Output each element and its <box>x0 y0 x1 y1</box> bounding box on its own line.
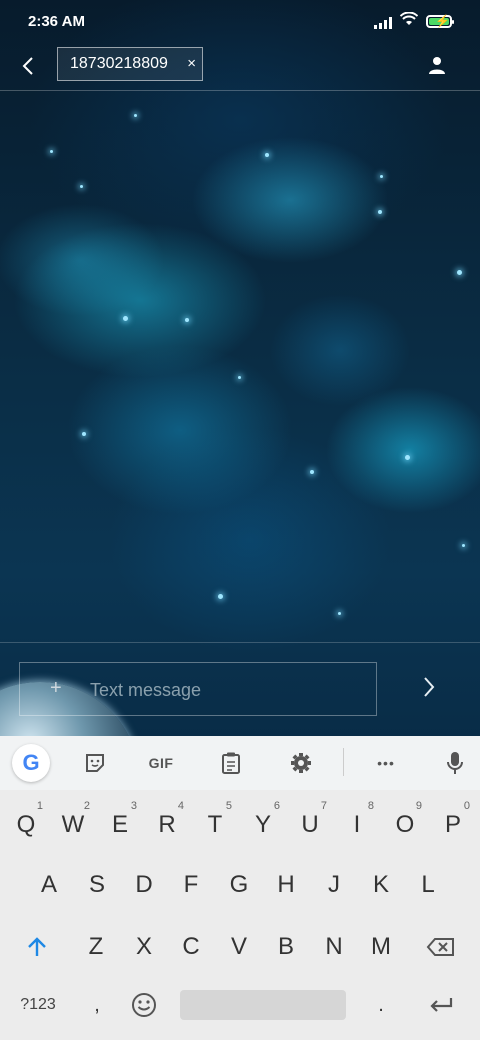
key-row-2: A S D F G H J K L <box>0 854 480 916</box>
key-c[interactable]: C <box>168 916 214 978</box>
messaging-screen: 2:36 AM ⚡ 18730218809 × + Text message G… <box>0 0 480 1040</box>
settings-button[interactable] <box>282 744 320 782</box>
sticker-icon <box>86 754 104 772</box>
back-button[interactable] <box>12 50 44 82</box>
gif-label: GIF <box>148 755 174 771</box>
key-h[interactable]: H <box>263 854 309 916</box>
key-e[interactable]: E3 <box>97 794 143 856</box>
key-o[interactable]: O9 <box>382 794 428 856</box>
person-icon <box>429 57 445 74</box>
remove-recipient-icon[interactable]: × <box>187 55 196 72</box>
enter-icon <box>430 998 453 1012</box>
attach-icon[interactable]: + <box>50 677 62 700</box>
gif-button[interactable]: GIF <box>142 744 180 782</box>
key-d[interactable]: D <box>121 854 167 916</box>
key-row-3: Z X C V B N M <box>0 916 480 978</box>
space-key[interactable] <box>180 990 346 1020</box>
emoji-icon <box>132 993 156 1017</box>
key-q[interactable]: Q1 <box>3 794 49 856</box>
key-x[interactable]: X <box>121 916 167 978</box>
battery-charging-icon: ⚡ <box>426 14 454 28</box>
sticker-button[interactable] <box>76 744 114 782</box>
status-bar: 2:36 AM ⚡ <box>0 0 480 42</box>
key-a[interactable]: A <box>26 854 72 916</box>
clipboard-icon <box>222 752 240 774</box>
text-message-input[interactable] <box>88 675 362 705</box>
emoji-key[interactable] <box>121 974 167 1036</box>
comma-key[interactable]: , <box>74 974 120 1036</box>
key-f[interactable]: F <box>168 854 214 916</box>
recipient-chip[interactable]: 18730218809 × <box>57 47 203 81</box>
key-u[interactable]: U7 <box>287 794 333 856</box>
key-g[interactable]: G <box>216 854 262 916</box>
key-b[interactable]: B <box>263 916 309 978</box>
key-l[interactable]: L <box>405 854 451 916</box>
chevron-left-icon <box>22 57 33 75</box>
gear-icon <box>291 753 311 773</box>
status-time: 2:36 AM <box>28 13 85 30</box>
conversation-header: 18730218809 × <box>0 42 480 91</box>
chevron-right-icon <box>424 677 435 697</box>
key-y[interactable]: Y6 <box>240 794 286 856</box>
key-j[interactable]: J <box>311 854 357 916</box>
key-s[interactable]: S <box>74 854 120 916</box>
key-i[interactable]: I8 <box>334 794 380 856</box>
key-p[interactable]: P0 <box>430 794 476 856</box>
backspace-key[interactable] <box>418 916 464 978</box>
keyboard: G GIF ••• Q1 W2 E 3 R 4 T 5 Y 6 U 7 I 8 … <box>0 736 480 1040</box>
backspace-icon <box>426 938 454 956</box>
toolbar-divider <box>343 748 344 776</box>
signal-icon <box>374 15 392 29</box>
google-icon: G <box>22 750 40 775</box>
key-w[interactable]: W2 <box>50 794 96 856</box>
key-t[interactable]: T5 <box>192 794 238 856</box>
period-key[interactable]: . <box>358 974 404 1036</box>
key-row-1: Q1 W2 E3 R4 T5 Y6 U7 I8 O9 P0 <box>0 794 480 856</box>
recipient-number: 18730218809 <box>70 55 168 72</box>
key-z[interactable]: Z <box>73 916 119 978</box>
contact-button[interactable] <box>424 52 450 78</box>
status-icons: ⚡ <box>374 11 454 31</box>
more-button[interactable]: ••• <box>367 744 405 782</box>
compose-divider <box>0 642 480 643</box>
key-r[interactable]: R4 <box>144 794 190 856</box>
key-m[interactable]: M <box>358 916 404 978</box>
more-icon: ••• <box>377 755 395 771</box>
shift-key[interactable] <box>14 916 60 978</box>
google-search-button[interactable]: G <box>12 744 50 782</box>
shift-arrow-icon <box>28 937 46 956</box>
keyboard-toolbar: G GIF ••• <box>0 736 480 790</box>
key-k[interactable]: K <box>358 854 404 916</box>
microphone-icon <box>447 752 463 774</box>
enter-key[interactable] <box>418 974 464 1036</box>
wifi-icon <box>399 11 419 31</box>
key-n[interactable]: N <box>311 916 357 978</box>
voice-input-button[interactable] <box>436 744 474 782</box>
key-v[interactable]: V <box>216 916 262 978</box>
send-button[interactable] <box>414 672 444 702</box>
compose-box[interactable]: + <box>19 662 377 716</box>
clipboard-button[interactable] <box>212 744 250 782</box>
symbols-key[interactable]: ?123 <box>14 974 62 1036</box>
